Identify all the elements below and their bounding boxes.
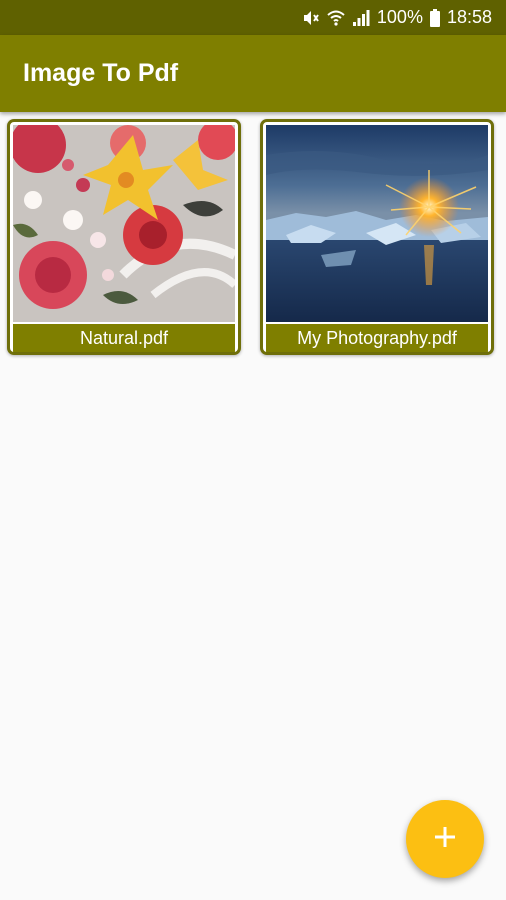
pdf-thumbnail-sunset-ice	[266, 125, 488, 322]
pdf-name: Natural.pdf	[13, 324, 235, 352]
pdf-thumbnail-flowers	[13, 125, 235, 322]
pdf-name: My Photography.pdf	[266, 324, 488, 352]
plus-icon	[433, 825, 457, 854]
status-bar: 100% 18:58	[0, 0, 506, 35]
battery-icon	[429, 8, 440, 27]
add-pdf-button[interactable]	[406, 800, 484, 878]
pdf-card[interactable]: My Photography.pdf	[260, 119, 494, 355]
app-title: Image To Pdf	[23, 59, 179, 87]
clock: 18:58	[446, 7, 492, 27]
battery-percent: 100%	[376, 7, 423, 27]
app-bar: Image To Pdf	[0, 35, 506, 112]
mute-icon	[302, 9, 320, 27]
wifi-icon	[327, 9, 345, 27]
pdf-card[interactable]: Natural.pdf	[7, 119, 241, 355]
signal-icon	[352, 9, 370, 27]
